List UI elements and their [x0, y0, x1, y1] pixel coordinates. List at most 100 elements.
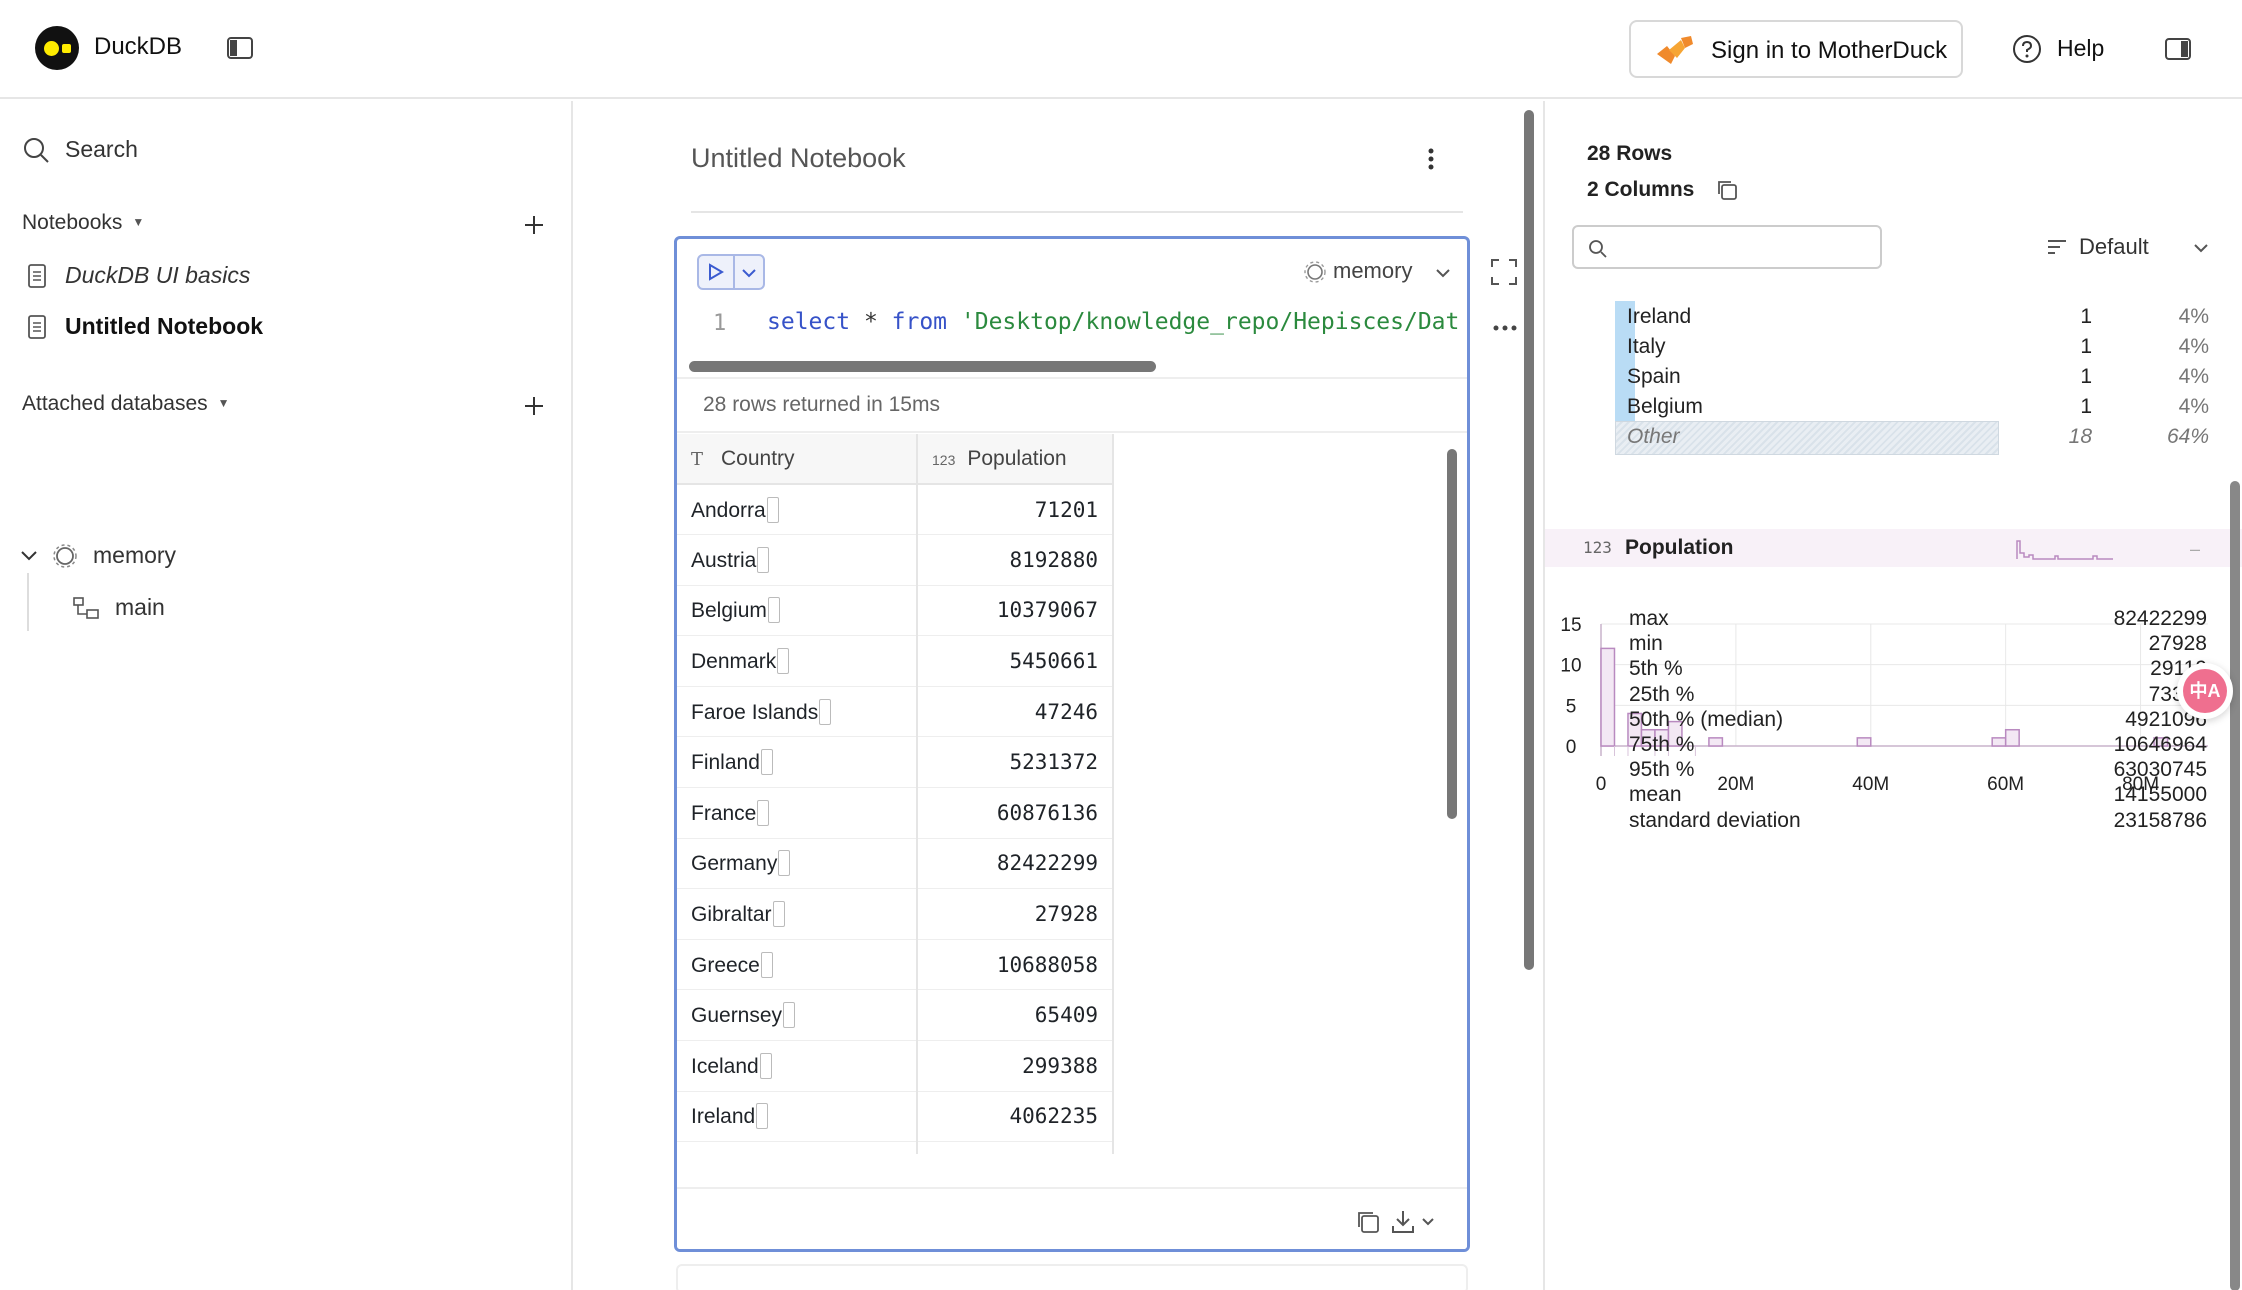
notebooks-section-toggle[interactable]: Notebooks ▼: [22, 211, 144, 235]
trailing-whitespace-marker: [757, 799, 770, 826]
population-cell[interactable]: 10379067: [917, 585, 1114, 637]
add-notebook-icon[interactable]: [522, 213, 546, 237]
population-cell[interactable]: 8192880: [917, 534, 1114, 586]
copy-icon[interactable]: [1355, 1209, 1381, 1235]
expand-icon[interactable]: [1490, 258, 1518, 286]
editor-scrollbar-thumb[interactable]: [689, 361, 1156, 372]
sort-selector[interactable]: Default: [2039, 231, 2219, 263]
download-icon[interactable]: [1391, 1208, 1439, 1236]
table-row[interactable]: Finland 5231372: [677, 736, 1114, 789]
table-row[interactable]: Faroe Islands 47246: [677, 686, 1114, 738]
notebook-scrollbar[interactable]: [1524, 110, 1534, 970]
country-cell[interactable]: Austria: [677, 534, 918, 586]
database-memory[interactable]: memory: [20, 541, 320, 571]
result-grid: T Country 123 Population Andorra 71201 Austr…: [677, 434, 1467, 1154]
table-row[interactable]: Austria 8192880: [677, 534, 1114, 586]
attached-databases-toggle[interactable]: Attached databases ▼: [22, 392, 230, 416]
country-value: Iceland: [691, 1054, 759, 1078]
sql-operator: *: [850, 309, 892, 335]
table-row[interactable]: Iceland 299388: [677, 1040, 1114, 1092]
table-row[interactable]: Germany 82422299: [677, 838, 1114, 890]
help-icon[interactable]: [2012, 34, 2042, 64]
notebook-label: DuckDB UI basics: [65, 262, 251, 288]
table-row[interactable]: Greece 10688058: [677, 939, 1114, 991]
table-row[interactable]: Gibraltar 27928: [677, 888, 1114, 940]
trailing-whitespace-marker: [777, 648, 790, 675]
population-cell[interactable]: 10688058: [917, 939, 1114, 991]
attach-database-icon[interactable]: [522, 394, 546, 418]
column-header-country[interactable]: T Country: [677, 434, 918, 485]
country-cell[interactable]: Belgium: [677, 585, 918, 637]
country-cell[interactable]: Guernsey: [677, 989, 918, 1042]
country-cell[interactable]: France: [677, 787, 918, 839]
translate-button[interactable]: 中A: [2177, 663, 2233, 719]
collapse-toggle[interactable]: –: [2190, 539, 2200, 560]
database-selector[interactable]: memory: [1297, 257, 1457, 287]
copy-icon[interactable]: [1715, 178, 1739, 202]
country-value: Ireland: [691, 1105, 756, 1129]
population-cell[interactable]: 5450661: [917, 635, 1114, 687]
result-vertical-scrollbar[interactable]: [1447, 449, 1457, 819]
chevron-down-icon[interactable]: [20, 549, 38, 563]
search-icon: [24, 138, 49, 163]
population-cell[interactable]: 4062235: [917, 1091, 1114, 1143]
column-search-input[interactable]: [1618, 233, 1868, 261]
table-row[interactable]: Belgium 10379067: [677, 585, 1114, 637]
table-row[interactable]: France 60876136: [677, 787, 1114, 839]
trailing-whitespace-marker: [766, 496, 779, 523]
population-cell[interactable]: 299388: [917, 1040, 1114, 1092]
sql-editor[interactable]: select * from 'Desktop/knowledge_repo/He…: [767, 309, 1459, 335]
stat-row: standard deviation 23158786: [1629, 809, 2207, 839]
value-frequency-row[interactable]: Other 18 64%: [1615, 419, 2215, 455]
population-cell[interactable]: 5231372: [917, 736, 1114, 789]
run-cell-button[interactable]: [697, 254, 765, 290]
population-cell[interactable]: 47246: [917, 686, 1114, 738]
population-cell[interactable]: 60876136: [917, 787, 1114, 839]
trailing-whitespace-marker: [772, 901, 785, 928]
notebook-title[interactable]: Untitled Notebook: [691, 143, 906, 174]
country-cell[interactable]: Faroe Islands: [677, 686, 918, 738]
stat-label: min: [1629, 632, 1663, 656]
trailing-whitespace-marker: [756, 1103, 769, 1130]
panel-scrollbar[interactable]: [2230, 481, 2240, 1290]
value-percent: 4%: [2178, 305, 2209, 328]
chevron-down-icon[interactable]: [741, 267, 757, 279]
sidebar-toggle-icon[interactable]: [226, 36, 254, 60]
signin-motherduck-button[interactable]: Sign in to MotherDuck: [1629, 20, 1963, 78]
population-cell[interactable]: 65409: [917, 989, 1114, 1042]
value-percent: 4%: [2178, 365, 2209, 388]
population-cell[interactable]: 27928: [917, 888, 1114, 940]
value-count: 1: [2080, 395, 2092, 418]
column-header-population[interactable]: 123 Population: [917, 434, 1114, 485]
country-cell[interactable]: Gibraltar: [677, 888, 918, 940]
country-cell[interactable]: Ireland: [677, 1091, 918, 1143]
add-cell-bar[interactable]: [676, 1264, 1468, 1290]
notebook-icon: [28, 315, 46, 339]
population-cell[interactable]: 71201: [917, 484, 1114, 536]
country-cell[interactable]: Andorra: [677, 484, 918, 536]
help-link[interactable]: Help: [2057, 35, 2104, 62]
country-cell[interactable]: Isle of Man: [677, 1141, 918, 1154]
country-cell[interactable]: Finland: [677, 736, 918, 789]
country-cell[interactable]: Germany: [677, 838, 918, 890]
population-cell[interactable]: 82422299: [917, 838, 1114, 890]
table-row[interactable]: Isle of Man75441: [677, 1141, 1114, 1154]
population-cell[interactable]: 75441: [917, 1141, 1114, 1154]
table-row[interactable]: Ireland 4062235: [677, 1091, 1114, 1143]
column-search-field[interactable]: [1572, 225, 1882, 269]
column-summary-population[interactable]: 123 Population –: [1545, 529, 2242, 567]
table-row[interactable]: Guernsey 65409: [677, 989, 1114, 1042]
country-cell[interactable]: Greece: [677, 939, 918, 991]
more-options-icon[interactable]: [1492, 318, 1518, 338]
table-row[interactable]: Andorra 71201: [677, 484, 1114, 536]
country-cell[interactable]: Iceland: [677, 1040, 918, 1092]
x-tick-label: 0: [1596, 774, 1607, 795]
stat-label: standard deviation: [1629, 808, 1801, 832]
right-panel-toggle-icon[interactable]: [2164, 37, 2192, 61]
country-value: Gibraltar: [691, 903, 772, 927]
y-tick-label: 0: [1566, 737, 1577, 758]
country-cell[interactable]: Denmark: [677, 635, 918, 687]
schema-main[interactable]: main: [72, 593, 272, 623]
table-row[interactable]: Denmark 5450661: [677, 635, 1114, 687]
notebook-menu-icon[interactable]: [1424, 146, 1438, 172]
